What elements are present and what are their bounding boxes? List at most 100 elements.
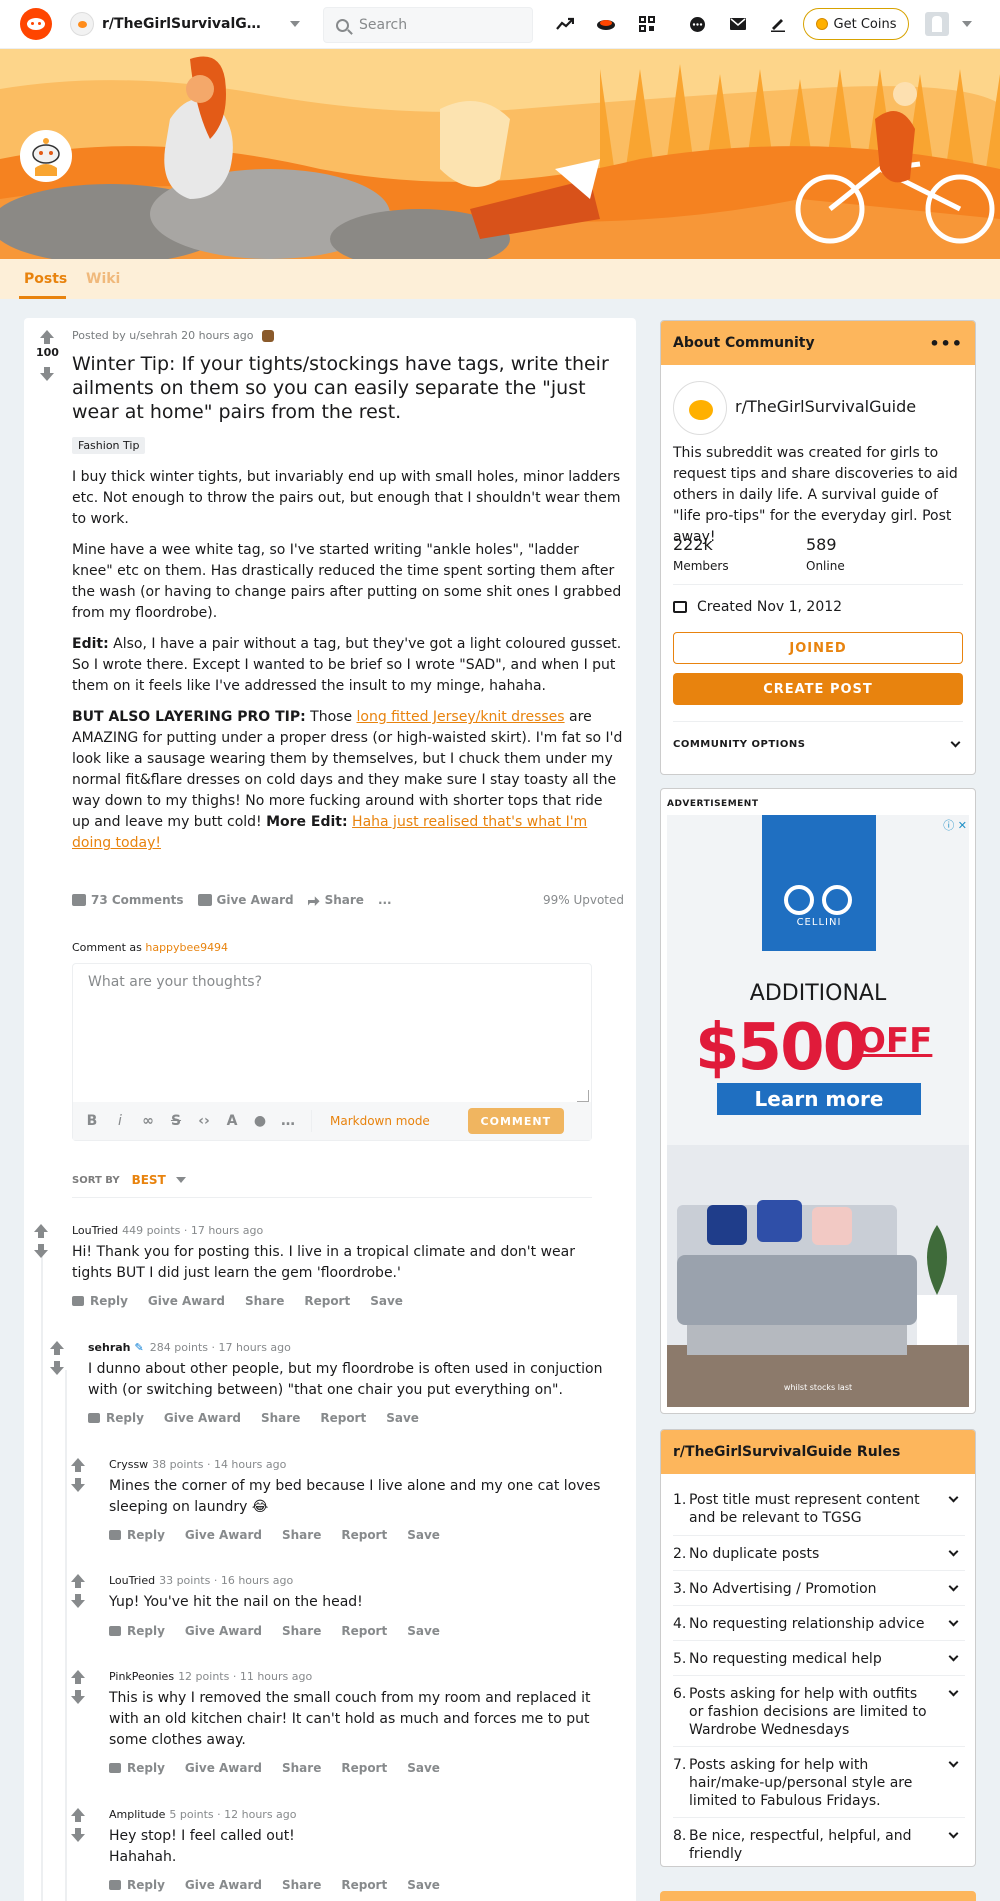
superscript-icon[interactable]: A [221, 1113, 243, 1129]
give-award-button[interactable]: Give Award [197, 893, 294, 907]
reply-button[interactable]: Reply [109, 1761, 165, 1775]
rule-item[interactable]: 8. Be nice, respectful, helpful, and frie… [673, 1827, 965, 1863]
downvote-icon[interactable] [71, 1828, 85, 1842]
comment-author[interactable]: Amplitude [109, 1808, 165, 1821]
resize-handle[interactable] [577, 1090, 589, 1102]
comment-editor[interactable]: What are your thoughts? B i ∞ S ‹› A ● …… [72, 963, 592, 1141]
more-options-icon[interactable]: ••• [929, 334, 963, 353]
save-button[interactable]: Save [407, 1761, 440, 1775]
rule-item[interactable]: 1. Post title must represent content and … [673, 1491, 965, 1527]
give-award-button[interactable]: Give Award [185, 1528, 262, 1542]
save-button[interactable]: Save [370, 1294, 403, 1308]
joined-button[interactable]: JOINED [673, 632, 963, 664]
tab-posts[interactable]: Posts [24, 271, 67, 287]
markdown-mode-button[interactable]: Markdown mode [330, 1114, 430, 1128]
chevron-down-icon[interactable] [962, 21, 972, 27]
downvote-icon[interactable] [71, 1690, 85, 1704]
reply-button[interactable]: Reply [72, 1294, 128, 1308]
posted-by[interactable]: Posted by u/sehrah 20 hours ago [72, 329, 254, 342]
upvote-icon[interactable] [40, 330, 54, 344]
italic-icon[interactable]: i [109, 1113, 131, 1129]
downvote-icon[interactable] [40, 367, 54, 381]
share-button[interactable]: Share [307, 893, 364, 907]
upvote-icon[interactable] [71, 1670, 85, 1684]
trending-icon[interactable] [554, 13, 576, 35]
report-button[interactable]: Report [341, 1761, 387, 1775]
comment-submit-button[interactable]: COMMENT [467, 1108, 564, 1134]
get-coins-button[interactable]: Get Coins [803, 8, 909, 40]
search-input[interactable]: Search [323, 7, 533, 43]
chat-icon[interactable] [686, 13, 708, 35]
spoiler-icon[interactable]: ● [249, 1113, 271, 1129]
community-name[interactable]: r/TheGirlSurvivalGuide [735, 397, 916, 416]
give-award-button[interactable]: Give Award [185, 1878, 262, 1892]
coins-icon[interactable] [595, 13, 617, 35]
create-post-button[interactable]: CREATE POST [673, 673, 963, 705]
link-icon[interactable]: ∞ [137, 1113, 159, 1129]
comment-author[interactable]: PinkPeonies [109, 1670, 174, 1683]
code-icon[interactable]: ‹› [193, 1113, 215, 1129]
rule-item[interactable]: 6. Posts asking for help with outfits or … [673, 1685, 965, 1739]
community-options-toggle[interactable]: COMMUNITY OPTIONS [673, 737, 963, 750]
reply-button[interactable]: Reply [109, 1878, 165, 1892]
mail-icon[interactable] [727, 13, 749, 35]
report-button[interactable]: Report [341, 1528, 387, 1542]
save-button[interactable]: Save [407, 1528, 440, 1542]
sort-by[interactable]: SORT BY BEST [72, 1173, 186, 1187]
comments-button[interactable]: 73 Comments [72, 893, 184, 907]
save-button[interactable]: Save [386, 1411, 419, 1425]
post-flair[interactable]: Fashion Tip [72, 437, 146, 454]
share-button[interactable]: Share [245, 1294, 284, 1308]
rule-item[interactable]: 2. No duplicate posts [673, 1545, 965, 1563]
community-switcher[interactable]: r/TheGirlSurvivalGuide [70, 9, 300, 39]
comment-username[interactable]: happybee9494 [145, 941, 228, 954]
share-button[interactable]: Share [282, 1528, 321, 1542]
more-options-button[interactable]: ... [378, 893, 392, 907]
create-post-icon[interactable] [767, 13, 789, 35]
save-button[interactable]: Save [407, 1878, 440, 1892]
ad-image[interactable]: CELLINI ⓘ ✕ ADDITIONAL $500 OFF Learn mo… [667, 815, 969, 1407]
rule-item[interactable]: 7. Posts asking for help with hair/make-u… [673, 1756, 965, 1810]
comment-author[interactable]: LouTried [72, 1224, 118, 1237]
downvote-icon[interactable] [50, 1361, 64, 1375]
dresses-link[interactable]: long fitted Jersey/knit dresses [357, 709, 565, 725]
qr-code-icon[interactable] [636, 13, 658, 35]
report-button[interactable]: Report [304, 1294, 350, 1308]
downvote-icon[interactable] [34, 1244, 48, 1258]
strikethrough-icon[interactable]: S [165, 1113, 187, 1129]
give-award-button[interactable]: Give Award [185, 1761, 262, 1775]
report-button[interactable]: Report [341, 1624, 387, 1638]
share-button[interactable]: Share [282, 1761, 321, 1775]
share-button[interactable]: Share [282, 1624, 321, 1638]
comment-author[interactable]: Cryssw [109, 1458, 148, 1471]
downvote-icon[interactable] [71, 1478, 85, 1492]
rule-item[interactable]: 4. No requesting relationship advice [673, 1615, 965, 1633]
report-button[interactable]: Report [341, 1878, 387, 1892]
downvote-icon[interactable] [71, 1594, 85, 1608]
give-award-button[interactable]: Give Award [148, 1294, 225, 1308]
reply-button[interactable]: Reply [109, 1528, 165, 1542]
more-icon[interactable]: … [277, 1113, 299, 1129]
user-avatar[interactable] [925, 12, 949, 36]
upvote-icon[interactable] [71, 1458, 85, 1472]
upvote-icon[interactable] [50, 1341, 64, 1355]
comment-author[interactable]: LouTried [109, 1574, 155, 1587]
share-button[interactable]: Share [282, 1878, 321, 1892]
bold-icon[interactable]: B [81, 1113, 103, 1129]
report-button[interactable]: Report [320, 1411, 366, 1425]
ad-close-icon[interactable]: ⓘ ✕ [943, 817, 967, 833]
rule-item[interactable]: 3. No Advertising / Promotion [673, 1580, 965, 1598]
learn-more-button[interactable]: Learn more [717, 1083, 921, 1115]
upvote-icon[interactable] [71, 1574, 85, 1588]
reply-button[interactable]: Reply [88, 1411, 144, 1425]
save-button[interactable]: Save [407, 1624, 440, 1638]
upvote-icon[interactable] [71, 1808, 85, 1822]
reply-button[interactable]: Reply [109, 1624, 165, 1638]
share-button[interactable]: Share [261, 1411, 300, 1425]
upvote-icon[interactable] [34, 1224, 48, 1238]
reddit-logo-icon[interactable] [20, 8, 52, 40]
give-award-button[interactable]: Give Award [185, 1624, 262, 1638]
comment-author[interactable]: sehrah [88, 1341, 131, 1354]
tab-wiki[interactable]: Wiki [86, 271, 120, 287]
rule-item[interactable]: 5. No requesting medical help [673, 1650, 965, 1668]
